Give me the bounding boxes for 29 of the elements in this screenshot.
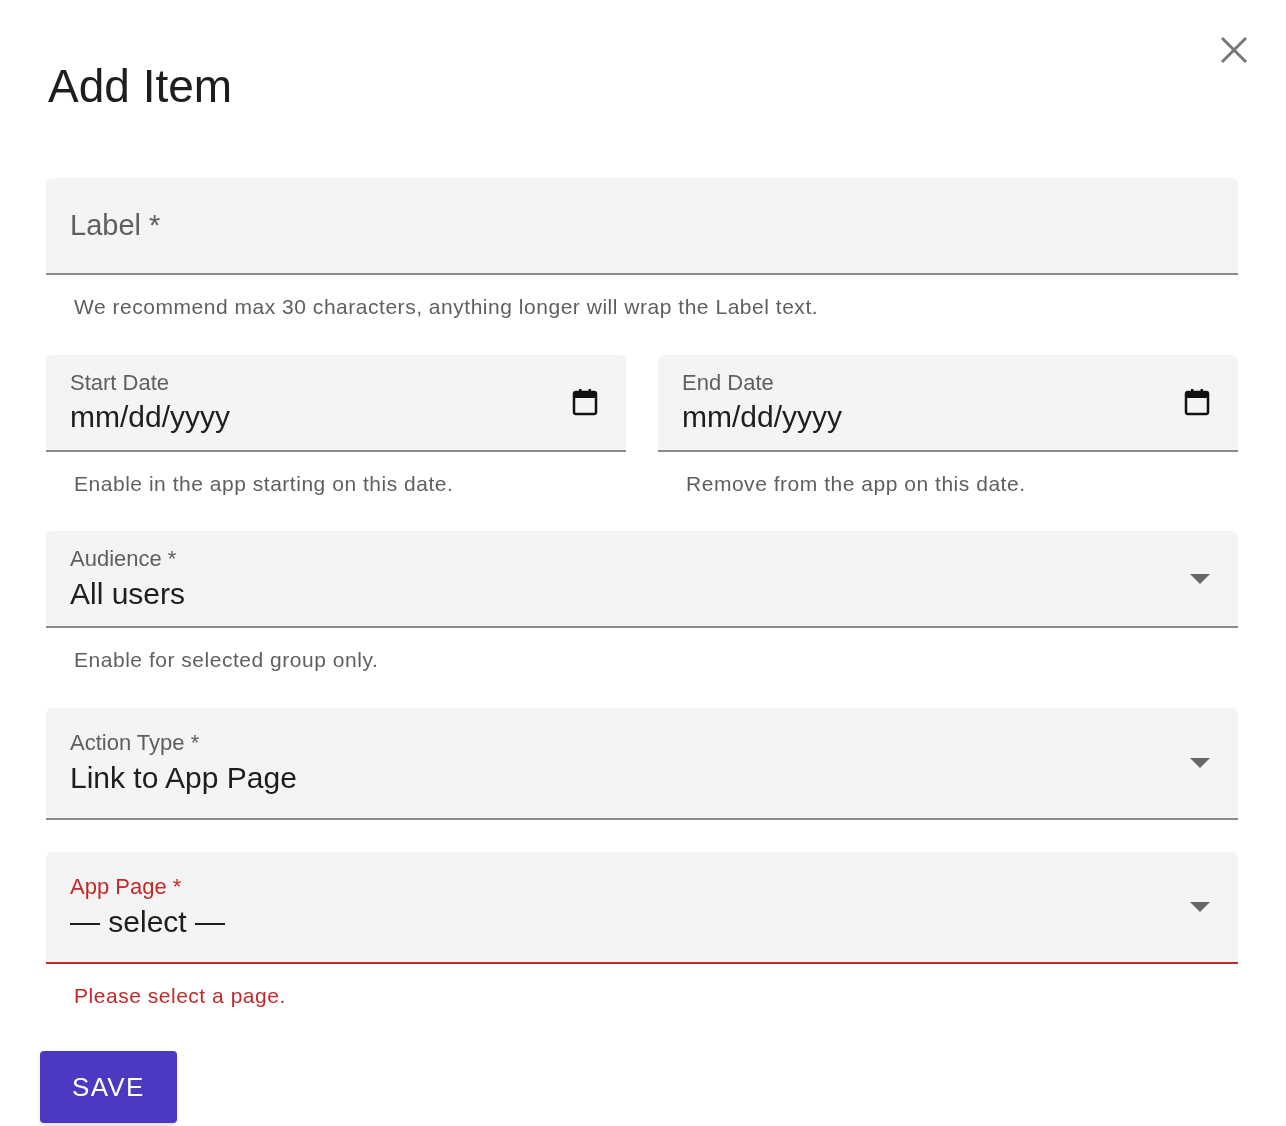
select-field[interactable]: App Page * — select —: [46, 851, 1238, 964]
select-field[interactable]: Action Type * Link to App Page: [46, 707, 1238, 820]
helper-text: Remove from the app on this date.: [685, 470, 1027, 497]
field-value: mm/dd/yyyy: [70, 399, 232, 435]
field-value: — select —: [70, 903, 227, 940]
field-label: Start Date: [70, 368, 171, 396]
dropdown-caret-icon: [1190, 573, 1210, 584]
field-value: mm/dd/yyyy: [682, 399, 844, 435]
field-label: Label *: [70, 207, 161, 243]
helper-text: Enable in the app starting on this date.: [73, 470, 455, 497]
select-field[interactable]: Audience * All users: [46, 531, 1238, 628]
error-message: Please select a page.: [73, 982, 287, 1009]
dropdown-caret-icon: [1190, 757, 1210, 768]
input-field[interactable]: Label *: [46, 178, 1238, 275]
date-field[interactable]: End Date mm/dd/yyyy: [658, 354, 1238, 452]
field-value: All users: [70, 575, 187, 612]
dropdown-caret-icon: [1190, 901, 1210, 912]
dialog-title: Add Item: [48, 59, 234, 114]
helper-text: Enable for selected group only.: [73, 647, 380, 673]
calendar-icon[interactable]: [572, 388, 598, 416]
field-label: Action Type *: [70, 729, 201, 757]
calendar-icon[interactable]: [1184, 388, 1210, 416]
save-button[interactable]: SAVE: [40, 1051, 177, 1123]
field-value: Link to App Page: [70, 759, 298, 796]
field-label: Audience *: [70, 545, 178, 573]
helper-text: We recommend max 30 characters, anything longer will wrap the Label text.: [73, 294, 820, 320]
field-label: App Page *: [70, 873, 183, 901]
field-label: End Date: [682, 368, 775, 396]
date-field[interactable]: Start Date mm/dd/yyyy: [46, 354, 626, 452]
